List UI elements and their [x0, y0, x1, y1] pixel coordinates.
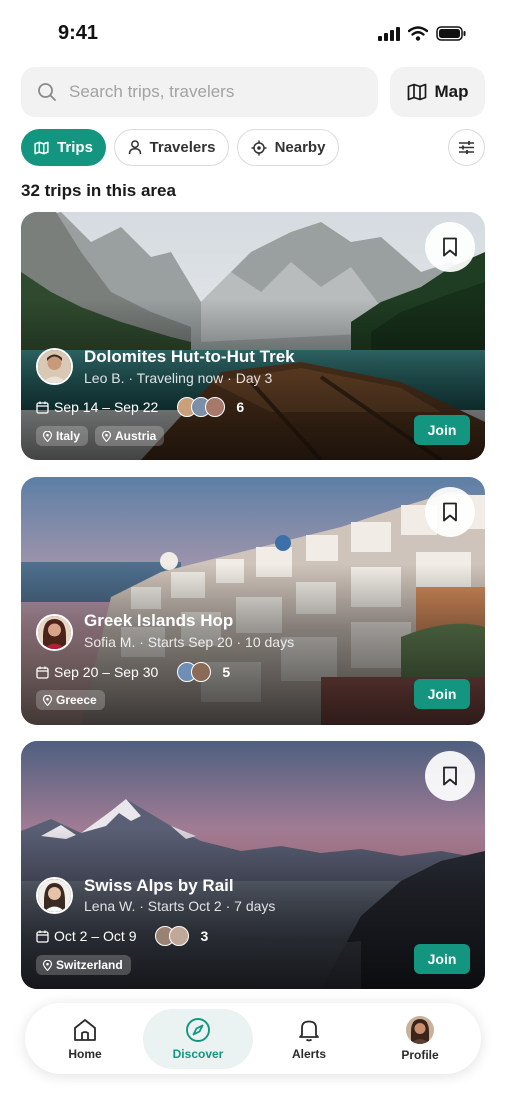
bookmark-icon — [443, 502, 457, 522]
host-avatar[interactable] — [36, 348, 73, 385]
trip-subtitle: Lena W. · Starts Oct 2 · 7 days — [84, 898, 276, 914]
trip-subtitle: Sofia M. · Starts Sep 20 · 10 days — [84, 634, 295, 650]
traveler-count: 3 — [200, 928, 209, 944]
search-input[interactable] — [69, 82, 349, 102]
nav-profile[interactable]: Profile — [380, 1003, 460, 1074]
bookmark-button[interactable] — [425, 222, 475, 272]
trip-date-row: Sep 20 – Sep 30 5 — [36, 662, 230, 682]
pin-icon — [43, 694, 52, 706]
calendar-icon — [36, 401, 49, 414]
avatar — [406, 1015, 434, 1044]
trip-title: Dolomites Hut-to-Hut Trek — [84, 347, 295, 366]
trip-subtitle: Leo B. · Traveling now · Day 3 — [84, 370, 273, 386]
calendar-icon — [36, 666, 49, 679]
join-button[interactable]: Join — [414, 415, 470, 445]
nav-discover-label: Discover — [172, 1046, 224, 1061]
nav-alerts[interactable]: Alerts — [269, 1003, 349, 1074]
location-tag: Greece — [36, 690, 105, 710]
location-tag-label: Switzerland — [56, 958, 123, 972]
traveler-count: 5 — [222, 664, 231, 680]
bookmark-icon — [443, 237, 457, 257]
trip-card[interactable]: Swiss Alps by Rail Lena W. · Starts Oct … — [21, 741, 485, 989]
battery-icon — [436, 26, 466, 41]
crosshair-icon — [251, 140, 267, 155]
nav-home[interactable]: Home — [45, 1003, 125, 1074]
trip-dates: Sep 20 – Sep 30 — [54, 664, 159, 680]
calendar-icon — [36, 930, 49, 943]
host-avatar[interactable] — [36, 614, 73, 651]
trip-dates: Oct 2 – Oct 9 — [54, 928, 137, 944]
location-tag: Italy — [36, 426, 89, 446]
trip-card[interactable]: Greek Islands Hop Sofia M. · Starts Sep … — [21, 477, 485, 725]
traveler-avatar — [191, 662, 212, 682]
pin-icon — [43, 430, 52, 442]
trip-title: Greek Islands Hop — [84, 611, 234, 630]
status-time: 9:41 — [58, 22, 99, 44]
bookmark-button[interactable] — [425, 487, 475, 537]
trip-card[interactable]: Dolomites Hut-to-Hut Trek Leo B. · Trave… — [21, 212, 485, 460]
nav-profile-label: Profile — [401, 1047, 439, 1062]
status-icons — [378, 26, 466, 41]
traveler-avatars — [155, 926, 190, 946]
traveler-avatar — [205, 397, 226, 417]
trip-title: Swiss Alps by Rail — [84, 876, 234, 895]
sliders-icon — [459, 141, 474, 154]
nav-discover[interactable]: Discover — [153, 1003, 243, 1074]
tab-travelers-label: Travelers — [149, 139, 216, 156]
trip-tags: Switzerland — [36, 955, 131, 975]
map-button-label: Map — [434, 82, 469, 101]
host-avatar[interactable] — [36, 877, 73, 914]
tab-nearby[interactable]: Nearby — [237, 129, 339, 166]
map-button[interactable]: Map — [390, 67, 485, 117]
location-tag: Switzerland — [36, 955, 131, 975]
pin-icon — [43, 959, 52, 971]
person-icon — [128, 140, 141, 155]
result-count: 32 trips in this area — [21, 181, 176, 200]
pin-icon — [102, 430, 112, 442]
bell-icon — [299, 1020, 319, 1041]
compass-icon — [186, 1017, 210, 1042]
location-tag: Austria — [95, 426, 165, 446]
tab-trips-label: Trips — [57, 139, 93, 156]
nav-home-label: Home — [68, 1046, 102, 1061]
signal-icon — [378, 26, 400, 41]
traveler-count: 6 — [236, 399, 245, 415]
filter-button[interactable] — [448, 129, 485, 166]
bottom-nav: Home Discover Alerts Profile — [25, 1003, 481, 1074]
trip-tags: Italy Austria — [36, 426, 165, 446]
location-tag-label: Italy — [56, 429, 81, 443]
tab-nearby-label: Nearby — [274, 139, 326, 156]
bookmark-icon — [443, 766, 457, 786]
home-icon — [74, 1018, 96, 1041]
wifi-icon — [408, 26, 428, 41]
nav-alerts-label: Alerts — [291, 1046, 326, 1061]
trip-dates: Sep 14 – Sep 22 — [54, 399, 159, 415]
search-icon — [38, 83, 56, 101]
join-button[interactable]: Join — [414, 679, 470, 709]
tab-trips[interactable]: Trips — [21, 129, 106, 166]
status-bar: 9:41 — [0, 0, 506, 68]
bookmark-button[interactable] — [425, 751, 475, 801]
tab-travelers[interactable]: Travelers — [114, 129, 229, 166]
traveler-avatars — [177, 662, 212, 682]
search-bar[interactable] — [21, 67, 378, 117]
join-button[interactable]: Join — [414, 944, 470, 974]
location-tag-label: Austria — [115, 429, 157, 443]
trip-date-row: Sep 14 – Sep 22 6 — [36, 397, 244, 417]
map-icon — [407, 83, 426, 101]
traveler-avatars — [177, 397, 226, 417]
trip-date-row: Oct 2 – Oct 9 3 — [36, 926, 208, 946]
traveler-avatar — [169, 926, 190, 946]
trip-tags: Greece — [36, 690, 105, 710]
location-tag-label: Greece — [56, 693, 97, 707]
map-icon — [34, 141, 49, 154]
